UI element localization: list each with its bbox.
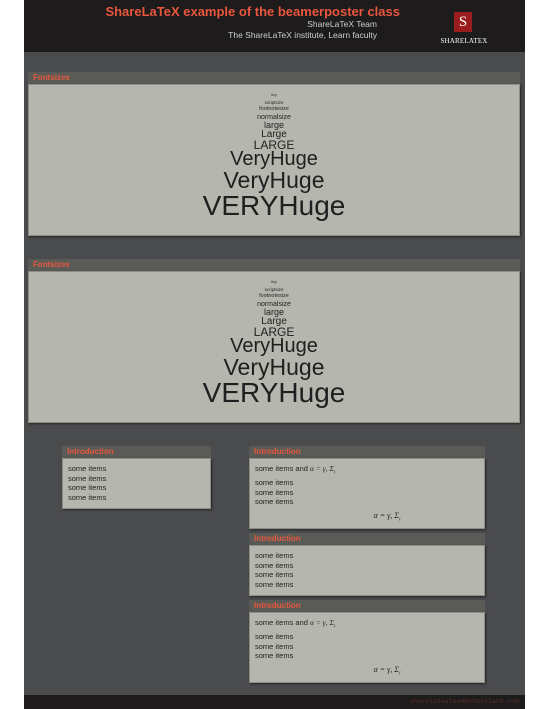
display-equation: α = γ, Σi — [255, 665, 479, 679]
block-body: some items and α = γ, Σi some items some… — [249, 612, 485, 683]
fontsizes-block: Fontsizes tiny scriptsize footnotesize n… — [28, 72, 520, 236]
math-subscript: i — [333, 624, 336, 630]
equation-subscript: i — [399, 517, 401, 523]
equation-text: α = γ, Σ — [373, 510, 400, 520]
fontsize-sample: VERYHuge — [202, 189, 346, 221]
block-title: Introduction — [249, 600, 485, 612]
logo-text: SHARELATEX — [440, 37, 488, 45]
fontsize-sample: VeryHuge — [230, 334, 318, 357]
fontsize-sample: scriptsize — [264, 99, 284, 105]
fontsize-sample: footnotesize — [259, 106, 289, 112]
block-title: Introduction — [249, 533, 485, 545]
inline-math: α = γ, Σ — [310, 464, 334, 473]
block-title: Introduction — [249, 446, 485, 458]
fontsize-sample: tiny — [271, 93, 277, 97]
item-text: some items and — [255, 618, 308, 627]
list-item: some items — [255, 497, 294, 506]
block-body: some items and α = γ, Σi some items some… — [249, 458, 485, 529]
math-subscript: i — [333, 470, 336, 476]
list-item: some items and α = γ, Σi — [255, 464, 479, 478]
poster-title: ShareLaTeX example of the beamerposter c… — [105, 4, 400, 19]
block-body: tiny scriptsize footnotesize normalsize … — [28, 271, 520, 423]
list-item: some items — [255, 551, 294, 560]
inline-math: α = γ, Σ — [310, 618, 334, 627]
list-item: some items — [255, 651, 294, 660]
poster-institute: The ShareLaTeX institute, Learn faculty — [228, 30, 377, 40]
fontsize-sample: scriptsize — [264, 286, 284, 292]
introduction-block: Introduction some items some items some … — [249, 533, 485, 596]
block-title: Fontsizes — [28, 72, 520, 84]
introduction-block: Introduction some items and α = γ, Σi so… — [249, 600, 485, 683]
list-item: some items — [255, 632, 294, 641]
block-title: Fontsizes — [28, 259, 520, 271]
list-item: some items — [68, 464, 107, 473]
list-item: some items — [68, 483, 107, 492]
equation-text: α = γ, Σ — [373, 664, 400, 674]
list-item: some items and α = γ, Σi — [255, 618, 479, 632]
list-item: some items — [68, 473, 107, 483]
footer-email: sharelateateam@sharelate.com — [409, 698, 519, 705]
sharelatex-logo-icon: S — [454, 12, 472, 32]
item-text: some items and — [255, 464, 308, 473]
introduction-block: Introduction some items some items some … — [62, 446, 211, 509]
fontsize-sample: footnotesize — [259, 293, 289, 299]
poster-footer: sharelateateam@sharelate.com — [24, 695, 525, 709]
block-body: some items some items some items some it… — [249, 545, 485, 596]
fontsize-sample: tiny — [271, 280, 277, 284]
list-item: some items — [255, 570, 294, 579]
poster-header: ShareLaTeX example of the beamerposter c… — [24, 0, 525, 52]
list-item: some items — [255, 478, 294, 487]
list-item: some items — [255, 579, 294, 589]
introduction-block: Introduction some items and α = γ, Σi so… — [249, 446, 485, 529]
fontsize-sample: VeryHuge — [230, 147, 318, 170]
fontsizes-block: Fontsizes tiny scriptsize footnotesize n… — [28, 259, 520, 423]
list-item: some items — [255, 560, 294, 570]
display-equation: α = γ, Σi — [255, 511, 479, 525]
fontsize-sample: VeryHuge — [223, 166, 325, 193]
fontsize-sample: VeryHuge — [223, 353, 325, 380]
poster: ShareLaTeX example of the beamerposter c… — [24, 0, 525, 709]
list-item: some items — [255, 641, 294, 651]
list-item: some items — [255, 487, 294, 497]
equation-subscript: i — [399, 671, 401, 677]
block-body: some items some items some items some it… — [62, 458, 211, 509]
block-body: tiny scriptsize footnotesize normalsize … — [28, 84, 520, 236]
fontsize-sample: VERYHuge — [202, 376, 346, 408]
poster-author: ShareLaTeX Team — [307, 19, 377, 29]
list-item: some items — [68, 492, 107, 502]
block-title: Introduction — [62, 446, 211, 458]
